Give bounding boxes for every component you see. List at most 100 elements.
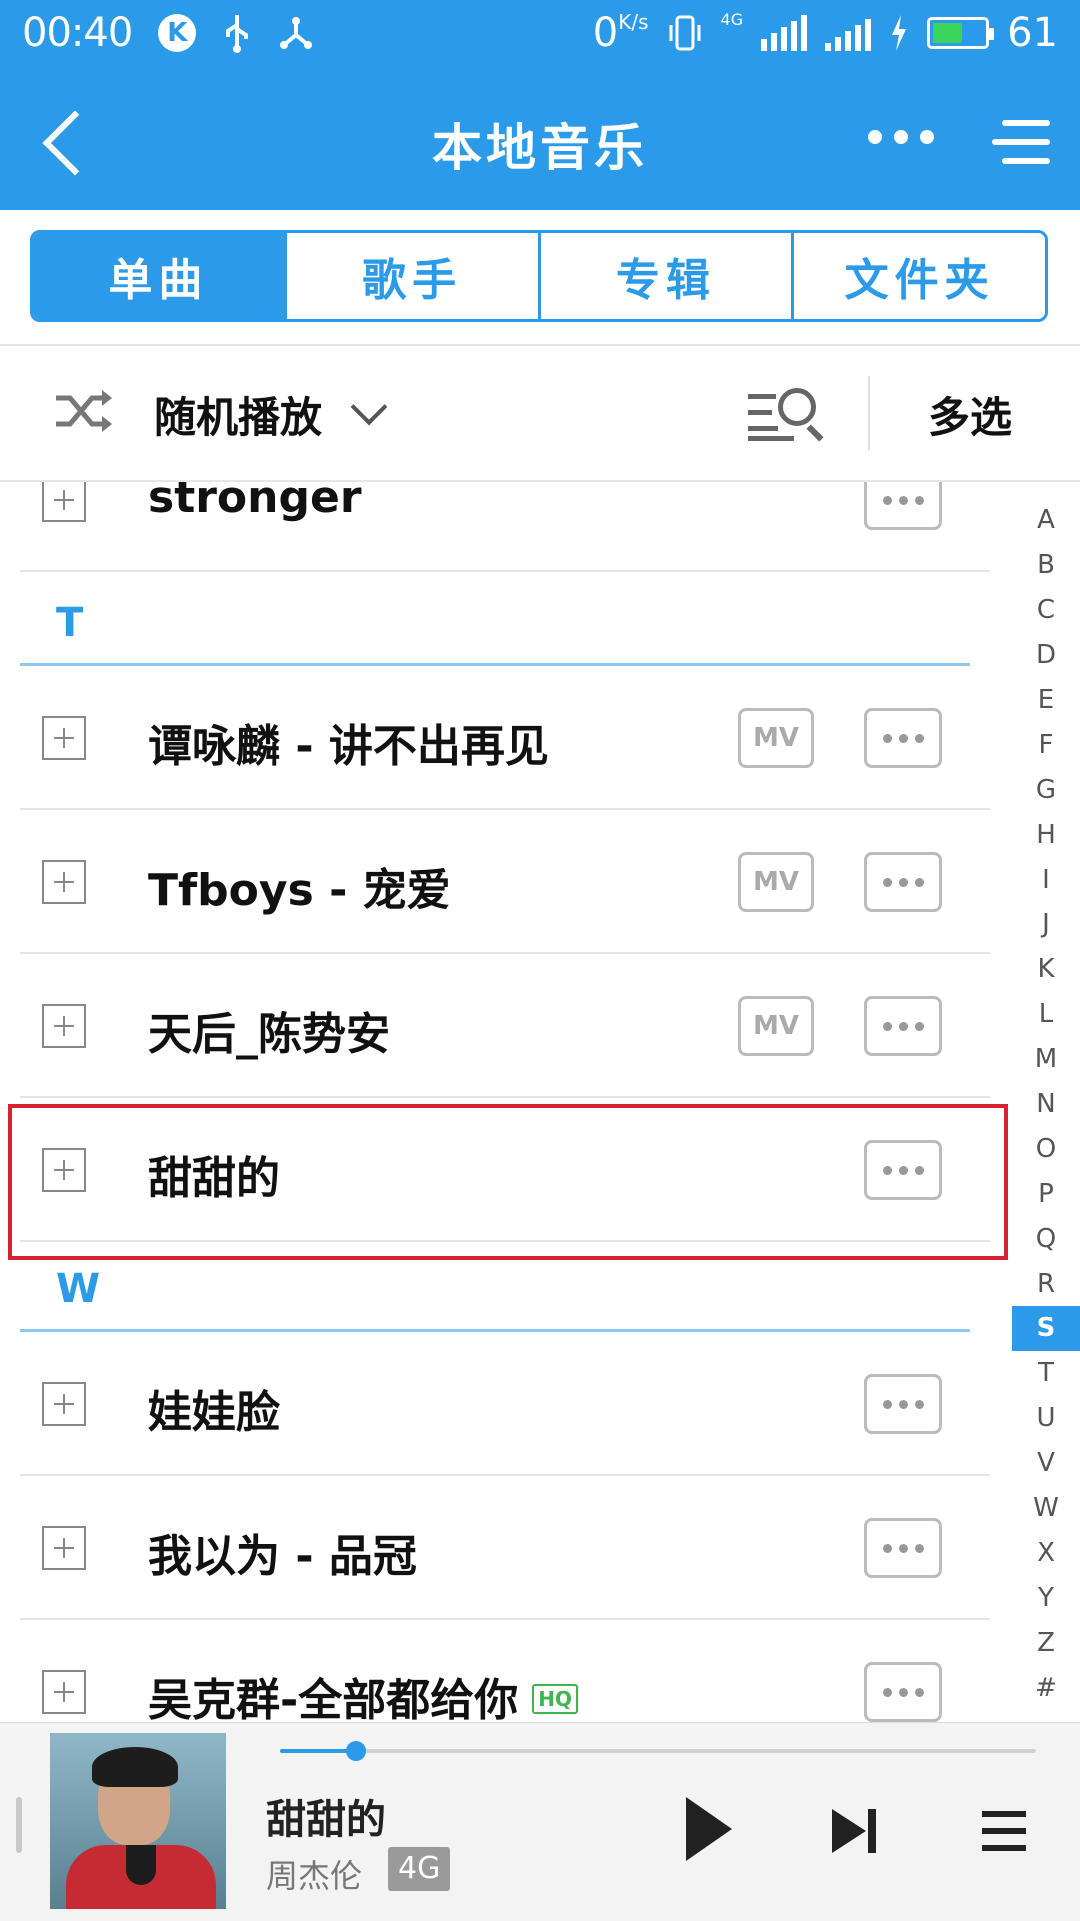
now-playing-artist: 周杰伦 bbox=[266, 1857, 363, 1895]
tab-folders[interactable]: 文件夹 bbox=[791, 233, 1045, 319]
alphabet-letter-m[interactable]: M bbox=[1012, 1037, 1080, 1082]
alphabet-letter-z[interactable]: Z bbox=[1012, 1620, 1080, 1665]
quality-badge: 4G bbox=[388, 1847, 451, 1891]
alphabet-letter-x[interactable]: X bbox=[1012, 1530, 1080, 1575]
section-header-t: T bbox=[20, 576, 970, 666]
alphabet-letter-b[interactable]: B bbox=[1012, 543, 1080, 588]
alphabet-letter-y[interactable]: Y bbox=[1012, 1575, 1080, 1620]
toolbar-separator bbox=[868, 376, 870, 450]
song-title-text: 吴克群-全部都给你 bbox=[148, 1675, 519, 1722]
alphabet-letter-p[interactable]: P bbox=[1012, 1171, 1080, 1216]
song-title: stronger bbox=[148, 482, 362, 523]
search-list-icon[interactable] bbox=[748, 386, 824, 442]
add-icon[interactable] bbox=[42, 1382, 86, 1426]
status-bar: 00:40 K 0K/s 4G 61 bbox=[0, 0, 1080, 74]
song-title: 天后_陈势安 bbox=[148, 1009, 390, 1060]
alphabet-letter-hash[interactable]: # bbox=[1012, 1665, 1080, 1710]
progress-knob[interactable] bbox=[345, 1741, 366, 1761]
add-icon[interactable] bbox=[42, 1148, 86, 1192]
alphabet-letter-s[interactable]: S bbox=[1012, 1306, 1080, 1351]
add-icon[interactable] bbox=[42, 860, 86, 904]
mv-button[interactable]: MV bbox=[738, 708, 814, 768]
menu-icon[interactable] bbox=[992, 118, 1050, 166]
tab-albums[interactable]: 专辑 bbox=[537, 233, 792, 319]
more-options-button[interactable] bbox=[864, 1374, 942, 1434]
section-letter: W bbox=[56, 1266, 101, 1312]
tab-artists[interactable]: 歌手 bbox=[283, 233, 538, 319]
alphabet-letter-r[interactable]: R bbox=[1012, 1261, 1080, 1306]
song-list[interactable]: stronger T 谭咏麟 - 讲不出再见 MV Tfboys - 宠爱 MV… bbox=[0, 482, 1080, 1722]
alphabet-letter-i[interactable]: I bbox=[1012, 857, 1080, 902]
play-icon[interactable] bbox=[686, 1797, 732, 1861]
song-title: Tfboys - 宠爱 bbox=[148, 865, 451, 916]
section-letter: T bbox=[56, 600, 84, 646]
more-options-button[interactable] bbox=[864, 1140, 942, 1200]
drag-handle[interactable] bbox=[16, 1797, 22, 1853]
alphabet-letter-l[interactable]: L bbox=[1012, 992, 1080, 1037]
playlist-icon[interactable] bbox=[982, 1811, 1026, 1851]
song-title: 谭咏麟 - 讲不出再见 bbox=[148, 721, 549, 772]
more-options-button[interactable] bbox=[864, 852, 942, 912]
alphabet-letter-n[interactable]: N bbox=[1012, 1082, 1080, 1127]
song-row[interactable]: 我以为 - 品冠 bbox=[20, 1476, 990, 1620]
app-header: 本地音乐 bbox=[0, 74, 1080, 210]
alphabet-letter-c[interactable]: C bbox=[1012, 588, 1080, 633]
progress-bar[interactable] bbox=[280, 1741, 1036, 1761]
section-header-w: W bbox=[20, 1242, 970, 1332]
alphabet-letter-o[interactable]: O bbox=[1012, 1126, 1080, 1171]
song-row[interactable]: stronger bbox=[20, 482, 990, 572]
more-options-button[interactable] bbox=[864, 996, 942, 1056]
alphabet-index[interactable]: A B C D E F G H I J K L M N O P Q R S T U V W X Y Z # bbox=[1012, 498, 1080, 1710]
add-icon[interactable] bbox=[42, 1526, 86, 1570]
song-row[interactable]: 天后_陈势安 MV bbox=[20, 954, 990, 1098]
song-row[interactable]: 娃娃脸 bbox=[20, 1332, 990, 1476]
more-dots-icon[interactable] bbox=[868, 130, 934, 144]
alphabet-letter-t[interactable]: T bbox=[1012, 1351, 1080, 1396]
song-title: 甜甜的 bbox=[148, 1153, 280, 1204]
vibrate-icon bbox=[669, 15, 701, 51]
add-icon[interactable] bbox=[42, 716, 86, 760]
next-track-icon[interactable] bbox=[832, 1809, 880, 1853]
multi-select-button[interactable]: 多选 bbox=[928, 384, 1012, 445]
mv-button[interactable]: MV bbox=[738, 852, 814, 912]
k-app-icon: K bbox=[158, 14, 197, 52]
network-type-label: 4G bbox=[720, 10, 744, 29]
alphabet-letter-d[interactable]: D bbox=[1012, 633, 1080, 678]
status-time: 00:40 bbox=[22, 10, 133, 56]
mv-button[interactable]: MV bbox=[738, 996, 814, 1056]
add-icon[interactable] bbox=[42, 482, 86, 522]
more-options-button[interactable] bbox=[864, 708, 942, 768]
now-playing-title: 甜甜的 bbox=[266, 1797, 386, 1843]
alphabet-letter-f[interactable]: F bbox=[1012, 722, 1080, 767]
alphabet-letter-k[interactable]: K bbox=[1012, 947, 1080, 992]
song-title: 我以为 - 品冠 bbox=[148, 1531, 417, 1582]
more-options-button[interactable] bbox=[864, 1518, 942, 1578]
alphabet-letter-j[interactable]: J bbox=[1012, 902, 1080, 947]
share-icon bbox=[280, 17, 313, 49]
song-row[interactable]: 吴克群-全部都给你 HQ bbox=[20, 1620, 990, 1722]
more-options-button[interactable] bbox=[864, 482, 942, 530]
chevron-down-icon[interactable] bbox=[350, 388, 388, 426]
alphabet-letter-e[interactable]: E bbox=[1012, 678, 1080, 723]
add-icon[interactable] bbox=[42, 1004, 86, 1048]
mini-player[interactable]: 甜甜的 周杰伦 4G bbox=[0, 1722, 1080, 1921]
shuffle-icon[interactable] bbox=[54, 386, 114, 436]
hq-badge: HQ bbox=[532, 1684, 579, 1714]
song-row[interactable]: 甜甜的 bbox=[20, 1098, 990, 1242]
alphabet-letter-v[interactable]: V bbox=[1012, 1441, 1080, 1486]
play-mode-label[interactable]: 随机播放 bbox=[154, 384, 322, 445]
tab-songs[interactable]: 单曲 bbox=[33, 233, 284, 319]
alphabet-letter-a[interactable]: A bbox=[1012, 498, 1080, 543]
alphabet-letter-w[interactable]: W bbox=[1012, 1486, 1080, 1531]
alphabet-letter-g[interactable]: G bbox=[1012, 767, 1080, 812]
alphabet-letter-q[interactable]: Q bbox=[1012, 1216, 1080, 1261]
battery-icon bbox=[927, 17, 995, 49]
alphabet-letter-h[interactable]: H bbox=[1012, 812, 1080, 857]
album-cover[interactable] bbox=[50, 1733, 226, 1909]
song-row[interactable]: Tfboys - 宠爱 MV bbox=[20, 810, 990, 954]
alphabet-letter-u[interactable]: U bbox=[1012, 1396, 1080, 1441]
more-options-button[interactable] bbox=[864, 1662, 942, 1722]
battery-percent: 61 bbox=[1007, 10, 1058, 56]
add-icon[interactable] bbox=[42, 1670, 86, 1714]
song-row[interactable]: 谭咏麟 - 讲不出再见 MV bbox=[20, 666, 990, 810]
